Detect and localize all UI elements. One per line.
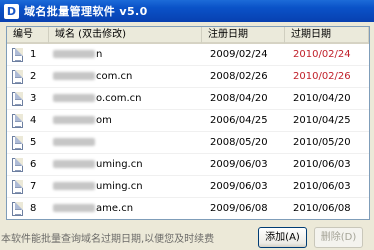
- domain-cell[interactable]: [49, 132, 202, 154]
- delete-button[interactable]: 删除(D): [314, 227, 363, 248]
- expiry-date-cell: 2010/06/03: [293, 180, 351, 192]
- table-header: 编号 域名 (双击修改) 注册日期 过期日期: [7, 27, 369, 44]
- row-number: 6: [30, 158, 37, 170]
- document-icon: [12, 47, 23, 62]
- redacted-domain-blur: [53, 93, 95, 102]
- expiry-date-cell: 2010/04/25: [293, 114, 351, 126]
- row-number: 2: [30, 70, 37, 82]
- domain-cell[interactable]: ame.cn: [49, 198, 202, 220]
- domain-table[interactable]: 编号 域名 (双击修改) 注册日期 过期日期 1 n 2009/02/24 2010/…: [6, 26, 370, 220]
- redacted-domain-blur: [53, 181, 95, 190]
- row-number-cell: 8: [7, 198, 49, 220]
- row-number: 1: [30, 48, 37, 60]
- domain-cell[interactable]: om: [49, 110, 202, 132]
- row-number-cell: 3: [7, 88, 49, 110]
- expiry-date-cell: 2010/04/20: [293, 92, 351, 104]
- row-number-cell: 1: [7, 44, 49, 66]
- footer-bar: 本软件能批量查询域名过期日期,以便您及时续费 添加(A) 删除(D): [0, 224, 374, 250]
- table-row[interactable]: 1 n 2009/02/24 2010/02/24: [7, 44, 369, 66]
- app-window: D 域名批量管理软件 v5.0 编号 域名 (双击修改) 注册日期 过期日期 1…: [0, 0, 374, 250]
- row-number: 5: [30, 136, 37, 148]
- redacted-domain-blur: [53, 137, 95, 146]
- expiry-date-cell: 2010/05/20: [293, 136, 351, 148]
- document-icon: [12, 201, 23, 216]
- column-header-number[interactable]: 编号: [7, 27, 49, 44]
- registration-date-cell: 2006/04/25: [210, 114, 268, 126]
- registration-date-cell: 2008/05/20: [210, 136, 268, 148]
- row-number: 9: [30, 220, 36, 221]
- redacted-domain-blur: [53, 159, 95, 168]
- row-number-cell: 5: [7, 132, 49, 154]
- expiry-date-cell: 2010/02/24: [293, 48, 351, 60]
- redacted-domain-blur: [53, 115, 95, 124]
- expiry-date-cell: 2010/02/26: [293, 70, 351, 82]
- document-icon: [12, 135, 23, 150]
- domain-cell[interactable]: uming.cn: [49, 176, 202, 198]
- row-number-cell: 7: [7, 176, 49, 198]
- table-row[interactable]: 4 om 2006/04/25 2010/04/25: [7, 110, 369, 132]
- redacted-domain-blur: [53, 49, 95, 58]
- window-title: 域名批量管理软件 v5.0: [24, 5, 148, 18]
- column-header-expiry-date[interactable]: 过期日期: [285, 27, 369, 44]
- document-icon: [12, 157, 23, 172]
- row-number-cell: 4: [7, 110, 49, 132]
- table-row[interactable]: 8 ame.cn 2009/06/08 2010/06/08: [7, 198, 369, 220]
- domain-cell[interactable]: n: [49, 44, 202, 66]
- domain-suffix: n: [96, 48, 103, 60]
- hint-text: 本软件能批量查询域名过期日期,以便您及时续费: [1, 234, 215, 245]
- table-row[interactable]: 7 uming.cn 2009/06/03 2010/06/03: [7, 176, 369, 198]
- registration-date-cell: 2009/06/03: [210, 158, 268, 170]
- registration-date-cell: 2009/06/08: [202, 220, 285, 221]
- title-bar[interactable]: D 域名批量管理软件 v5.0: [0, 0, 374, 22]
- registration-date-cell: 2008/04/20: [210, 92, 268, 104]
- table-row[interactable]: 5 2008/05/20 2010/05/20: [7, 132, 369, 154]
- domain-cell[interactable]: o.com.cn: [49, 88, 202, 110]
- domain-suffix: ame.cn: [96, 202, 134, 214]
- document-icon: [12, 179, 23, 194]
- row-number: 8: [30, 202, 37, 214]
- row-number: 3: [30, 92, 37, 104]
- registration-date-cell: 2009/06/08: [210, 202, 268, 214]
- registration-date-cell: 2009/02/24: [210, 48, 268, 60]
- redacted-domain-blur: [53, 71, 95, 80]
- expiry-date-cell: 2010/06/03: [293, 158, 351, 170]
- row-number: 7: [30, 180, 37, 192]
- domain-suffix: o.com.cn: [96, 92, 142, 104]
- expiry-date-cell: 2010/06/08: [285, 220, 369, 221]
- column-header-domain[interactable]: 域名 (双击修改): [49, 27, 202, 44]
- expiry-date-cell: 2010/06/08: [293, 202, 351, 214]
- table-row[interactable]: 2 com.cn 2008/02/26 2010/02/26: [7, 66, 369, 88]
- domain-suffix: com.cn: [96, 70, 133, 82]
- domain-suffix: uming.cn: [96, 158, 143, 170]
- row-number-cell: 2: [7, 66, 49, 88]
- registration-date-cell: 2008/02/26: [210, 70, 268, 82]
- document-icon: [12, 91, 23, 106]
- redacted-domain-blur: [53, 203, 95, 212]
- domain-cell[interactable]: ming.cn: [49, 220, 202, 221]
- table-row[interactable]: 3 o.com.cn 2008/04/20 2010/04/20: [7, 88, 369, 110]
- row-number: 4: [30, 114, 37, 126]
- column-header-registration-date[interactable]: 注册日期: [202, 27, 285, 44]
- add-button[interactable]: 添加(A): [258, 227, 307, 248]
- app-icon: D: [4, 3, 19, 19]
- row-number-cell: 9: [7, 220, 49, 221]
- domain-cell[interactable]: com.cn: [49, 66, 202, 88]
- domain-suffix: om: [96, 114, 112, 126]
- registration-date-cell: 2009/06/03: [210, 180, 268, 192]
- table-row[interactable]: 6 uming.cn 2009/06/03 2010/06/03: [7, 154, 369, 176]
- row-number-cell: 6: [7, 154, 49, 176]
- domain-cell[interactable]: uming.cn: [49, 154, 202, 176]
- table-body: 1 n 2009/02/24 2010/02/24 2 com.cn 2008/02/26 2…: [7, 44, 369, 221]
- document-icon: [12, 113, 23, 128]
- domain-suffix: uming.cn: [96, 180, 143, 192]
- document-icon: [12, 69, 23, 84]
